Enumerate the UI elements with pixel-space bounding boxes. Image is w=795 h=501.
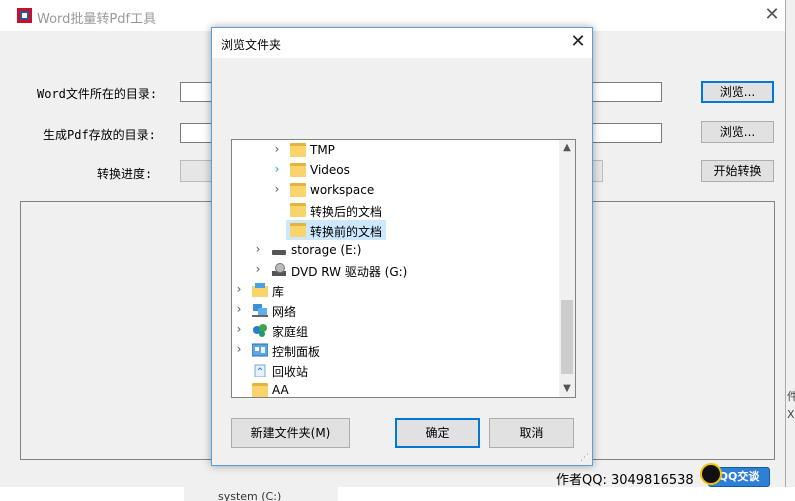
background-window-edge: 件 X	[785, 0, 795, 501]
folder-icon	[290, 163, 306, 177]
background-text: X	[787, 408, 795, 421]
new-folder-button[interactable]: 新建文件夹(M)	[231, 418, 350, 448]
library-icon	[252, 283, 268, 297]
chevron-right-icon[interactable]: ›	[253, 242, 263, 256]
tree-item[interactable]: 转换后的文档	[232, 200, 558, 220]
tree-scrollbar[interactable]: ▲ ▼	[559, 140, 575, 397]
background-text: 件	[787, 390, 795, 403]
tree-item[interactable]: › 库	[232, 280, 558, 300]
author-info: 作者QQ: 3049816538	[556, 473, 694, 488]
background-explorer-strip: system (C:)	[0, 487, 795, 501]
tree-item-label: Videos	[310, 163, 350, 177]
tree-item[interactable]: AA	[232, 380, 558, 397]
tree-item[interactable]: › Videos	[232, 160, 558, 180]
chevron-right-icon[interactable]: ›	[234, 282, 244, 296]
tree-item-label: 控制面板	[272, 345, 321, 359]
resize-grip-icon[interactable]: ⋰	[580, 453, 590, 463]
tree-item[interactable]: › 家庭组	[232, 320, 558, 340]
progress-label: 转换进度:	[97, 167, 153, 181]
tree-item-label: DVD RW 驱动器 (G:)	[291, 265, 408, 279]
dvd-drive-icon	[271, 263, 287, 277]
scrollbar-thumb[interactable]	[561, 300, 573, 374]
dialog-title: 浏览文件夹	[221, 38, 282, 52]
start-convert-button[interactable]: 开始转换	[701, 160, 774, 182]
recycle-bin-icon	[254, 364, 266, 377]
homegroup-icon	[253, 324, 267, 337]
drive-icon	[271, 243, 287, 257]
tree-item[interactable]: › 网络	[232, 300, 558, 320]
control-panel-icon	[252, 343, 268, 357]
folder-icon	[290, 203, 306, 217]
folder-icon	[290, 183, 306, 197]
tree-item-label: 家庭组	[272, 325, 309, 339]
tree-item[interactable]: › 控制面板	[232, 340, 558, 360]
scroll-up-icon[interactable]: ▲	[559, 140, 575, 156]
chevron-right-icon[interactable]: ›	[272, 182, 282, 196]
tree-item-label: 网络	[272, 305, 297, 319]
cancel-button[interactable]: 取消	[489, 418, 574, 448]
tree-item-selected[interactable]: 转换前的文档	[232, 220, 558, 240]
window-title: Word批量转Pdf工具	[37, 12, 157, 27]
browse-source-button[interactable]: 浏览...	[701, 81, 774, 103]
tree-item-label: storage (E:)	[291, 243, 362, 257]
background-drive-label: system (C:)	[218, 490, 282, 501]
tree-item-label: workspace	[310, 183, 375, 197]
chevron-right-icon[interactable]: ›	[253, 262, 263, 276]
tree-item-label: 转换后的文档	[310, 205, 383, 219]
browse-output-button[interactable]: 浏览...	[701, 121, 774, 143]
browse-folder-dialog: 浏览文件夹 ✕ › TMP › Videos › workspace 转换后的文…	[211, 27, 593, 466]
folder-icon	[290, 223, 306, 237]
network-icon	[252, 304, 268, 317]
folder-tree[interactable]: › TMP › Videos › workspace 转换后的文档 转换前的文档…	[231, 139, 576, 398]
close-icon[interactable]: ✕	[760, 3, 784, 27]
chevron-right-icon[interactable]: ›	[234, 322, 244, 336]
close-icon[interactable]: ✕	[566, 30, 590, 54]
chevron-right-icon[interactable]: ›	[234, 342, 244, 356]
dialog-title-bar: 浏览文件夹 ✕	[212, 28, 592, 58]
tree-item-label: TMP	[310, 143, 335, 157]
chevron-right-icon[interactable]: ›	[272, 162, 282, 176]
tree-item[interactable]: › DVD RW 驱动器 (G:)	[232, 260, 558, 280]
tree-item[interactable]: › workspace	[232, 180, 558, 200]
tree-item[interactable]: › storage (E:)	[232, 240, 558, 260]
tree-item-label: 转换前的文档	[310, 225, 383, 239]
ok-button[interactable]: 确定	[395, 418, 480, 448]
output-dir-label: 生成Pdf存放的目录:	[43, 128, 156, 142]
tree-item-label: 库	[272, 285, 285, 299]
chevron-right-icon[interactable]: ›	[272, 142, 282, 156]
folder-icon	[252, 383, 268, 397]
qq-chat-button[interactable]: QQ交谈	[700, 463, 770, 487]
chevron-right-icon[interactable]: ›	[234, 302, 244, 316]
tree-item-label: AA	[272, 383, 289, 397]
tree-item[interactable]: › TMP	[232, 140, 558, 160]
qq-penguin-icon	[700, 463, 722, 485]
tree-item-label: 回收站	[272, 365, 309, 379]
folder-icon	[290, 143, 306, 157]
tree-item[interactable]: 回收站	[232, 360, 558, 380]
app-logo-icon	[17, 8, 32, 23]
source-dir-label: Word文件所在的目录:	[37, 87, 158, 101]
scroll-down-icon[interactable]: ▼	[559, 381, 575, 397]
